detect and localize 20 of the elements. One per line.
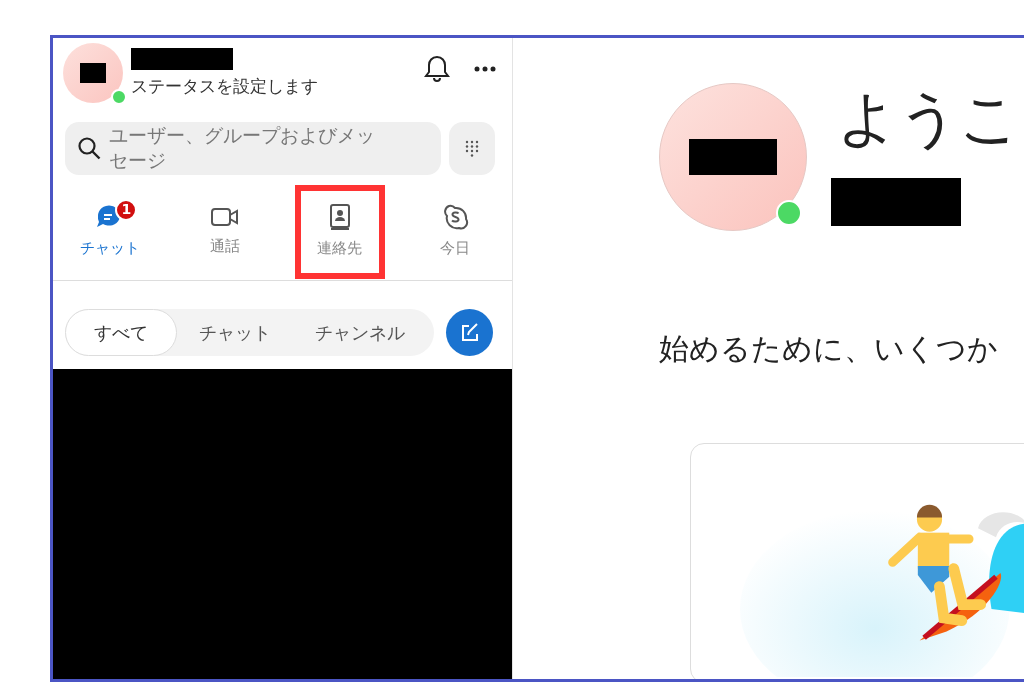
nav-tab[interactable]: 今日 [409, 184, 500, 279]
welcome-subtitle: 始めるために、いくつか [659, 330, 999, 368]
bell-icon[interactable] [424, 55, 450, 83]
search-icon [77, 136, 103, 162]
search-field[interactable]: ユーザー、グループおよびメッセージ [65, 122, 441, 175]
more-icon[interactable] [474, 66, 496, 72]
filter-tab[interactable]: チャット [177, 309, 293, 356]
status-text[interactable]: ステータスを設定します [131, 74, 361, 100]
nav-tab[interactable]: 通話 [180, 184, 271, 279]
contact-book-icon [327, 203, 352, 232]
dialpad-icon [465, 139, 479, 158]
profile-avatar[interactable] [63, 43, 123, 103]
nav-tab[interactable]: 連絡先 [294, 184, 385, 279]
notification-badge: 1 [115, 198, 138, 221]
compose-icon [459, 322, 480, 343]
nav-tab[interactable]: チャット 1 [65, 184, 156, 279]
compose-button[interactable] [446, 309, 493, 356]
filter-tab[interactable]: チャンネル [293, 309, 427, 356]
redaction-block [80, 63, 106, 83]
filter-tab[interactable]: すべて [65, 309, 177, 356]
